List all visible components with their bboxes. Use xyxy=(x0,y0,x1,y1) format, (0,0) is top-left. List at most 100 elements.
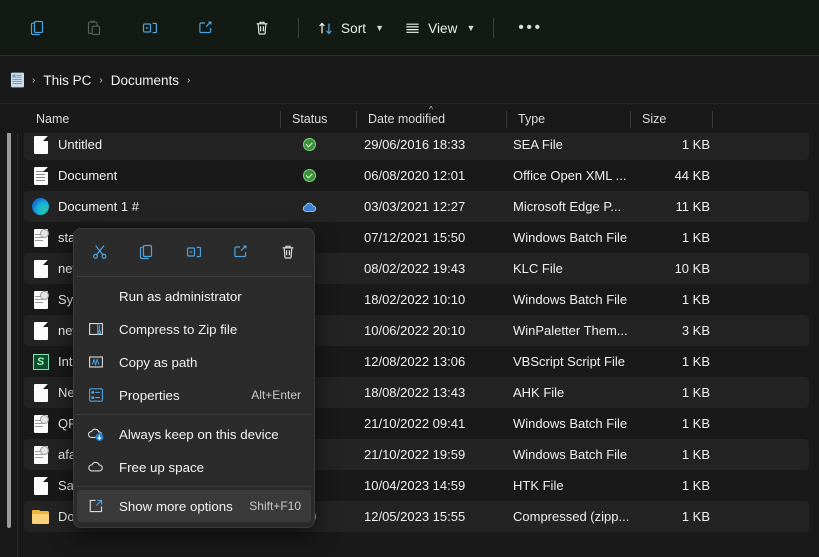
command-toolbar: Sort ▼ View ▼ ••• xyxy=(0,0,819,56)
cell-date: 12/08/2022 13:06 xyxy=(364,354,514,369)
sort-label: Sort xyxy=(341,21,366,36)
cell-date: 03/03/2021 12:27 xyxy=(364,199,514,214)
column-header-status[interactable]: Status xyxy=(280,105,356,133)
context-menu-item-accelerator: Shift+F10 xyxy=(249,499,301,513)
cell-size: 1 KB xyxy=(624,137,710,152)
column-divider[interactable] xyxy=(280,111,281,128)
column-header-name[interactable]: Name xyxy=(24,105,264,133)
more-options-icon xyxy=(85,495,107,517)
cell-size: 1 KB xyxy=(624,230,710,245)
context-menu-icon-row xyxy=(74,233,314,273)
share-icon xyxy=(197,19,215,37)
paste-button[interactable] xyxy=(66,12,122,44)
more-options-button[interactable]: ••• xyxy=(502,12,558,44)
cell-date: 29/06/2016 18:33 xyxy=(364,137,514,152)
copy-icon xyxy=(29,19,47,37)
column-header-name-label: Name xyxy=(24,112,69,126)
context-share-button[interactable] xyxy=(223,237,259,267)
context-cut-button[interactable] xyxy=(82,237,118,267)
cell-size: 3 KB xyxy=(624,323,710,338)
table-row[interactable]: Untitled29/06/2016 18:33SEA File1 KB xyxy=(24,129,809,160)
cell-size: 1 KB xyxy=(624,509,710,524)
table-row[interactable]: Document 1 #03/03/2021 12:27Microsoft Ed… xyxy=(24,191,809,222)
script-icon xyxy=(32,414,49,433)
view-icon xyxy=(404,20,421,37)
context-menu-items: Run as administratorCompress to Zip file… xyxy=(74,280,314,522)
doc-icon xyxy=(32,259,49,278)
breadcrumb-documents[interactable]: Documents xyxy=(105,71,185,90)
cell-size: 10 KB xyxy=(624,261,710,276)
copy-button[interactable] xyxy=(10,12,66,44)
breadcrumb-separator: › xyxy=(185,75,192,86)
context-rename-button[interactable] xyxy=(176,237,212,267)
context-menu-item-label: Always keep on this device xyxy=(119,427,301,442)
sort-button[interactable]: Sort ▼ xyxy=(307,12,394,44)
context-delete-button[interactable] xyxy=(270,237,306,267)
rename-icon xyxy=(141,19,159,37)
path-icon xyxy=(85,351,107,373)
breadcrumb-separator: › xyxy=(30,75,37,86)
ellipsis-icon: ••• xyxy=(518,23,542,33)
context-menu-item-copy-as-path[interactable]: Copy as path xyxy=(77,346,311,378)
file-explorer-window: Sort ▼ View ▼ ••• xyxy=(0,0,819,557)
context-menu-item-label: Properties xyxy=(119,388,251,403)
context-menu-item-free-up-space[interactable]: Free up space xyxy=(77,451,311,483)
cell-date: 10/06/2022 20:10 xyxy=(364,323,514,338)
context-menu-divider xyxy=(76,276,312,277)
context-menu-item-properties[interactable]: PropertiesAlt+Enter xyxy=(77,379,311,411)
delete-icon xyxy=(279,243,297,261)
column-divider[interactable] xyxy=(630,111,631,128)
ahk-icon: S xyxy=(32,352,49,371)
cell-size: 11 KB xyxy=(624,199,710,214)
rename-button[interactable] xyxy=(122,12,178,44)
context-menu-item-always-keep-on-this-device[interactable]: Always keep on this device xyxy=(77,418,311,450)
cell-date: 12/05/2023 15:55 xyxy=(364,509,514,524)
column-header-end xyxy=(712,105,722,133)
context-menu-item-label: Copy as path xyxy=(119,355,301,370)
breadcrumb-separator: › xyxy=(97,75,104,86)
share-button[interactable] xyxy=(178,12,234,44)
column-divider[interactable] xyxy=(506,111,507,128)
doc-icon xyxy=(32,135,49,154)
context-menu-divider xyxy=(76,486,312,487)
column-header-size[interactable]: Size xyxy=(630,105,712,133)
column-header-date-modified[interactable]: ^ Date modified xyxy=(356,105,506,133)
zip-icon xyxy=(85,318,107,340)
cell-size: 1 KB xyxy=(624,354,710,369)
properties-icon xyxy=(85,384,107,406)
folder-icon xyxy=(32,507,49,526)
context-menu-item-run-as-administrator[interactable]: Run as administrator xyxy=(77,280,311,312)
cell-status xyxy=(289,169,329,182)
chevron-down-icon: ▼ xyxy=(467,24,476,33)
cell-status xyxy=(289,138,329,151)
address-bar: › This PC › Documents › xyxy=(0,56,819,104)
context-menu-item-label: Show more options xyxy=(119,499,249,514)
context-menu-item-compress-to-zip-file[interactable]: Compress to Zip file xyxy=(77,313,311,345)
status-synced-icon xyxy=(303,169,316,182)
context-menu-item-show-more-options[interactable]: Show more optionsShift+F10 xyxy=(77,490,311,522)
file-name-label: Document 1 # xyxy=(58,199,139,214)
breadcrumb-this-pc[interactable]: This PC xyxy=(37,71,97,90)
delete-button[interactable] xyxy=(234,12,290,44)
cell-size: 1 KB xyxy=(624,292,710,307)
context-menu: Run as administratorCompress to Zip file… xyxy=(73,228,315,528)
cell-date: 08/02/2022 19:43 xyxy=(364,261,514,276)
cloud-icon xyxy=(85,456,107,478)
column-header-type[interactable]: Type xyxy=(506,105,630,133)
table-row[interactable]: Document06/08/2020 12:01Office Open XML … xyxy=(24,160,809,191)
cell-size: 1 KB xyxy=(624,478,710,493)
status-cloud-icon xyxy=(302,202,317,212)
cell-name: Untitled xyxy=(32,135,290,154)
column-divider[interactable] xyxy=(712,111,713,128)
view-button[interactable]: View ▼ xyxy=(394,12,485,44)
toolbar-divider-1 xyxy=(298,18,299,38)
share-icon xyxy=(232,243,250,261)
toolbar-divider-2 xyxy=(493,18,494,38)
column-header-date-label: Date modified xyxy=(356,112,445,126)
doc-lines-icon xyxy=(32,166,49,185)
context-menu-item-accelerator: Alt+Enter xyxy=(251,388,301,402)
context-copy-button[interactable] xyxy=(129,237,165,267)
delete-icon xyxy=(253,19,271,37)
cell-size: 1 KB xyxy=(624,447,710,462)
cell-date: 10/04/2023 14:59 xyxy=(364,478,514,493)
